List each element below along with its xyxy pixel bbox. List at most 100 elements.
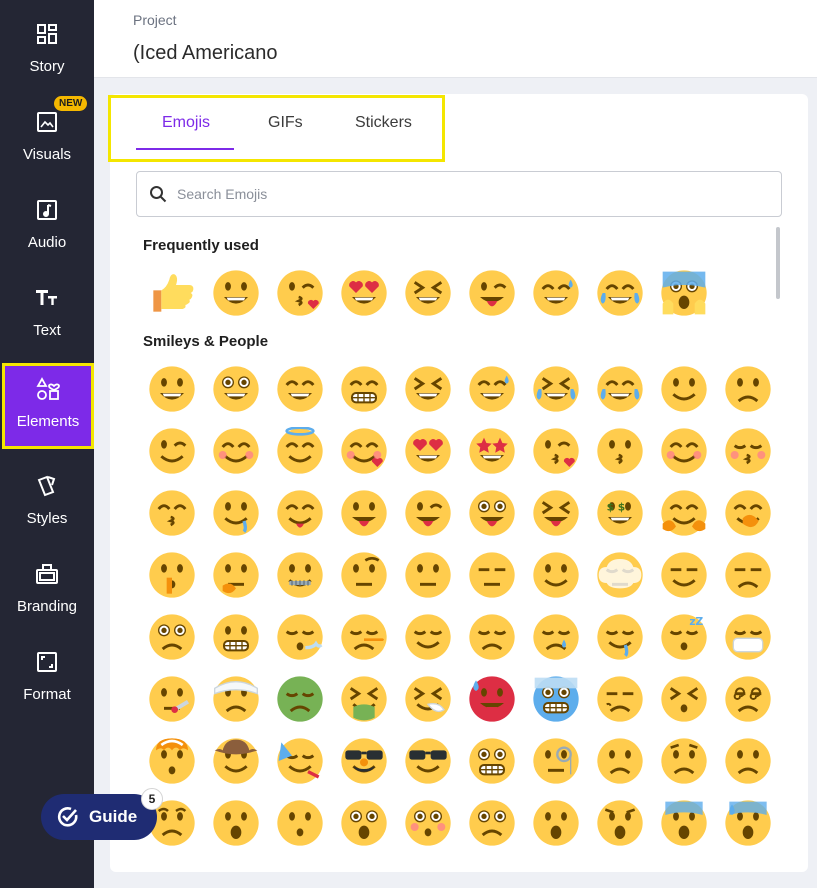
emoji-smirk[interactable] [652, 544, 716, 606]
emoji-scream[interactable] [652, 262, 716, 324]
emoji-yum[interactable] [268, 482, 332, 544]
guide-button[interactable]: Guide [41, 794, 157, 840]
emoji-fearful[interactable] [652, 792, 716, 854]
emoji-heart-eyes[interactable] [396, 420, 460, 482]
sidebar-item-branding[interactable]: Branding [0, 540, 94, 628]
emoji-zipper-mouth[interactable] [268, 544, 332, 606]
sidebar-item-audio[interactable]: Audio [0, 176, 94, 264]
tab-gifs[interactable]: GIFs [268, 114, 303, 132]
emoji-drooling[interactable] [204, 482, 268, 544]
emoji-bandage[interactable] [204, 668, 268, 730]
emoji-sleeping[interactable]: zZ [652, 606, 716, 668]
emoji-sleepy[interactable] [524, 606, 588, 668]
emoji-cold-sweat[interactable] [716, 792, 780, 854]
search-input[interactable] [177, 186, 737, 202]
emoji-sweat-smile[interactable] [460, 358, 524, 420]
scrollbar-thumb[interactable] [776, 227, 780, 299]
emoji-rolling-eyes[interactable] [140, 606, 204, 668]
sidebar-item-elements[interactable]: Elements [2, 363, 94, 449]
emoji-lying[interactable] [332, 606, 396, 668]
emoji-kissing-heart[interactable] [524, 420, 588, 482]
emoji-money-mouth[interactable]: $ $ [588, 482, 652, 544]
tab-stickers[interactable]: Stickers [355, 114, 412, 132]
emoji-spiral-eyes[interactable] [716, 668, 780, 730]
emoji-no-mouth[interactable] [524, 544, 588, 606]
emoji-nauseated[interactable] [268, 668, 332, 730]
emoji-wink[interactable] [140, 420, 204, 482]
emoji-joy[interactable] [588, 358, 652, 420]
emoji-laughing[interactable] [396, 262, 460, 324]
emoji-slight-frown[interactable] [716, 730, 780, 792]
emoji-confused[interactable] [588, 730, 652, 792]
emoji-joy[interactable] [588, 262, 652, 324]
emoji-innocent[interactable] [268, 420, 332, 482]
emoji-thumbs-up[interactable] [140, 262, 204, 324]
emoji-woozy[interactable] [588, 668, 652, 730]
emoji-astonished[interactable] [332, 792, 396, 854]
emoji-cowboy[interactable] [204, 730, 268, 792]
emoji-hot[interactable] [460, 668, 524, 730]
emoji-drooling-2[interactable] [588, 606, 652, 668]
emoji-expressionless[interactable] [460, 544, 524, 606]
emoji-slight-smile[interactable] [652, 358, 716, 420]
emoji-rofl[interactable] [524, 358, 588, 420]
emoji-sunglasses[interactable] [396, 730, 460, 792]
emoji-kissing-closed-eyes[interactable] [716, 420, 780, 482]
sidebar-item-format[interactable]: Format [0, 628, 94, 716]
emoji-hushed[interactable] [268, 792, 332, 854]
emoji-star-struck[interactable] [460, 420, 524, 482]
emoji-worried[interactable] [652, 730, 716, 792]
emoji-dizzy[interactable] [652, 668, 716, 730]
sidebar-item-styles[interactable]: Styles [0, 452, 94, 540]
sidebar-item-story[interactable]: Story [0, 0, 94, 88]
emoji-smile[interactable] [268, 358, 332, 420]
project-title[interactable]: (Iced Americano [133, 42, 278, 65]
emoji-tongue-wink[interactable] [396, 482, 460, 544]
emoji-exhaling[interactable] [268, 606, 332, 668]
emoji-kissing-heart[interactable] [268, 262, 332, 324]
emoji-sweat-smile[interactable] [524, 262, 588, 324]
emoji-grin[interactable] [332, 358, 396, 420]
emoji-sneezing[interactable] [396, 668, 460, 730]
emoji-blush[interactable] [204, 420, 268, 482]
emoji-exploding-head[interactable] [140, 730, 204, 792]
emoji-hand-over-mouth[interactable] [716, 482, 780, 544]
emoji-kissing-smiling-eyes[interactable] [140, 482, 204, 544]
emoji-flushed[interactable] [396, 792, 460, 854]
emoji-grinning[interactable] [204, 262, 268, 324]
emoji-open-mouth[interactable] [204, 792, 268, 854]
emoji-cold[interactable] [524, 668, 588, 730]
emoji-hugging[interactable] [652, 482, 716, 544]
emoji-tongue-closed-eyes[interactable] [524, 482, 588, 544]
emoji-pleading[interactable] [460, 792, 524, 854]
emoji-smiling-hearts[interactable] [332, 420, 396, 482]
emoji-kissing[interactable] [588, 420, 652, 482]
emoji-zany[interactable] [460, 482, 524, 544]
emoji-upside-down[interactable] [716, 358, 780, 420]
sidebar-item-text[interactable]: Text [0, 264, 94, 352]
emoji-face-in-clouds[interactable] [588, 544, 652, 606]
emoji-nerd[interactable] [460, 730, 524, 792]
emoji-neutral[interactable] [396, 544, 460, 606]
emoji-pensive[interactable] [460, 606, 524, 668]
emoji-thermometer[interactable] [140, 668, 204, 730]
emoji-thinking[interactable] [204, 544, 268, 606]
tab-emojis[interactable]: Emojis [162, 114, 210, 132]
emoji-anguished[interactable] [588, 792, 652, 854]
emoji-relaxed[interactable] [652, 420, 716, 482]
emoji-monocle[interactable] [524, 730, 588, 792]
emoji-tongue-wink[interactable] [460, 262, 524, 324]
emoji-smiley[interactable] [204, 358, 268, 420]
emoji-disguised[interactable] [332, 730, 396, 792]
emoji-relieved[interactable] [396, 606, 460, 668]
emoji-grimacing[interactable] [204, 606, 268, 668]
emoji-vomiting[interactable] [332, 668, 396, 730]
emoji-mask[interactable] [716, 606, 780, 668]
emoji-grinning[interactable] [140, 358, 204, 420]
emoji-raised-eyebrow[interactable] [332, 544, 396, 606]
emoji-shushing[interactable] [140, 544, 204, 606]
emoji-heart-eyes[interactable] [332, 262, 396, 324]
emoji-tongue[interactable] [332, 482, 396, 544]
emoji-frowning-open[interactable] [524, 792, 588, 854]
emoji-partying[interactable] [268, 730, 332, 792]
